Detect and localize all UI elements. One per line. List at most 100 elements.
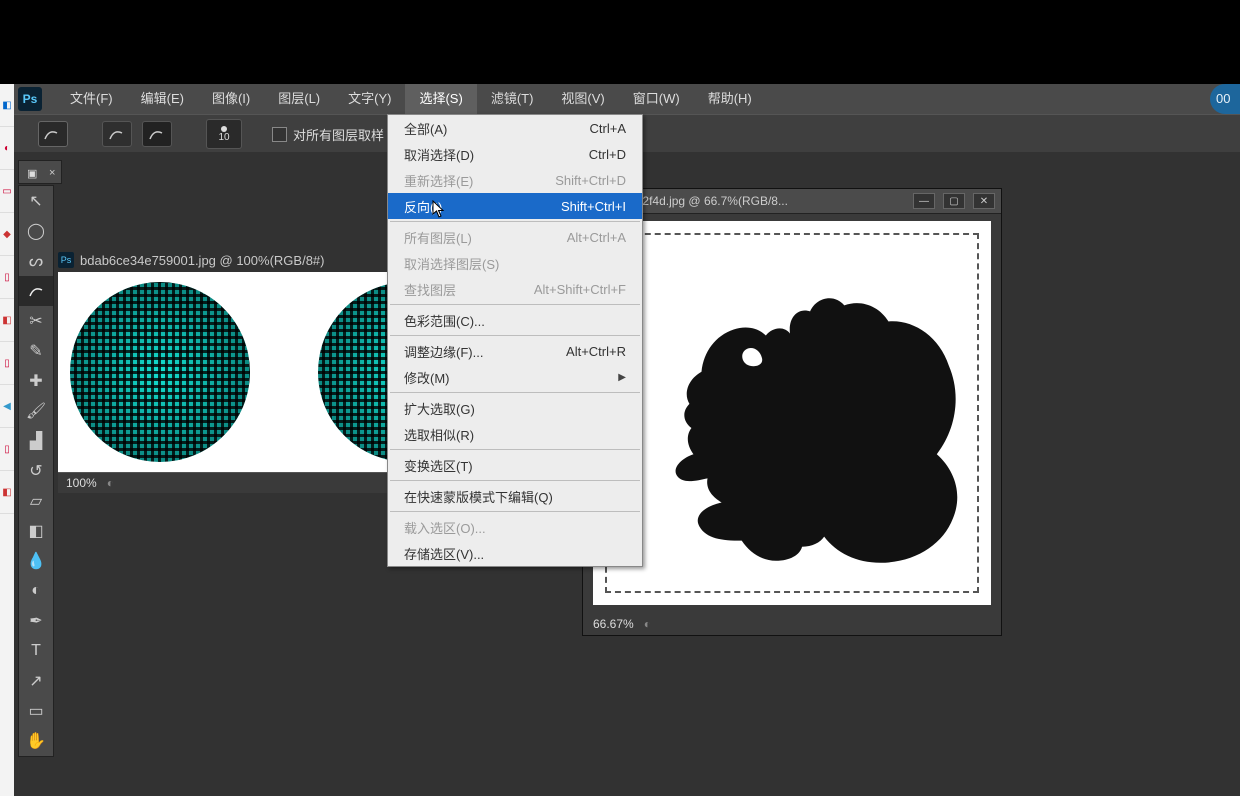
os-item[interactable]: ▯	[0, 342, 14, 385]
doc2-statusbar: 66.67% ◐	[583, 613, 1001, 635]
lasso-tool[interactable]: ᔕ	[19, 246, 53, 276]
menu-separator	[390, 392, 640, 393]
menu-separator	[390, 480, 640, 481]
stamp-tool[interactable]: ▟	[19, 426, 53, 456]
os-item[interactable]: ◧	[0, 471, 14, 514]
menu-load-selection: 载入选区(O)...	[388, 514, 642, 540]
menu-separator	[390, 511, 640, 512]
os-item[interactable]: ◆	[0, 213, 14, 256]
menu-view[interactable]: 视图(V)	[547, 84, 618, 114]
menu-select-all[interactable]: 全部(A) Ctrl+A	[388, 115, 642, 141]
menu-modify[interactable]: 修改(M) ▶	[388, 364, 642, 390]
canvas-artwork	[318, 282, 388, 462]
close-icon[interactable]: ×	[49, 167, 55, 179]
menu-edit[interactable]: 编辑(E)	[127, 84, 198, 114]
os-item[interactable]: ◐	[0, 127, 14, 170]
menu-reselect: 重新选择(E) Shift+Ctrl+D	[388, 167, 642, 193]
eraser-tool[interactable]: ▱	[19, 486, 53, 516]
shape-tool[interactable]: ▭	[19, 696, 53, 726]
move-tool[interactable]: ↖	[19, 186, 53, 216]
marquee-tool[interactable]: ◯	[19, 216, 53, 246]
doc2-zoom: 66.67%	[593, 617, 634, 631]
os-taskbar: ◧ ◐ ▭ ◆ ▯ ◧ ▯ ◀ ▯ ◧	[0, 84, 14, 796]
os-item[interactable]: ▯	[0, 256, 14, 299]
os-item[interactable]: ▯	[0, 428, 14, 471]
gradient-tool[interactable]: ◧	[19, 516, 53, 546]
sample-all-layers-checkbox[interactable]: 对所有图层取样	[272, 125, 384, 144]
mode-icon-2[interactable]	[142, 121, 172, 147]
history-brush-tool[interactable]: ↺	[19, 456, 53, 486]
path-select-tool[interactable]: ↗	[19, 666, 53, 696]
doc1-title-text: bdab6ce34e759001.jpg @ 100%(RGB/8#)	[80, 253, 324, 268]
panel-tab[interactable]: ▣ ×	[18, 160, 62, 184]
tool-panel: ↖ ◯ ᔕ ✂ ✎ ✚ 🖌 ▟ ↺ ▱ ◧ 💧 ◐ ✒ T ↗ ▭ ✋	[18, 185, 54, 757]
menu-similar[interactable]: 选取相似(R)	[388, 421, 642, 447]
dodge-tool[interactable]: ◐	[19, 576, 53, 606]
menu-filter[interactable]: 滤镜(T)	[477, 84, 548, 114]
doc1-canvas[interactable]	[58, 272, 388, 472]
doc2-window: 5abbb1d02f4d.jpg @ 66.7%(RGB/8... — ▢ ✕ …	[582, 188, 1002, 636]
minimize-button[interactable]: —	[913, 193, 935, 209]
menu-help[interactable]: 帮助(H)	[694, 84, 766, 114]
menu-separator	[390, 449, 640, 450]
menu-grow[interactable]: 扩大选取(G)	[388, 395, 642, 421]
canvas-artwork	[611, 239, 973, 601]
menu-quick-mask[interactable]: 在快速蒙版模式下编辑(Q)	[388, 483, 642, 509]
menu-color-range[interactable]: 色彩范围(C)...	[388, 307, 642, 333]
menu-find-layers: 查找图层 Alt+Shift+Ctrl+F	[388, 276, 642, 302]
menubar: Ps 文件(F) 编辑(E) 图像(I) 图层(L) 文字(Y) 选择(S) 滤…	[14, 84, 1240, 114]
menu-separator	[390, 304, 640, 305]
menu-deselect-layers: 取消选择图层(S)	[388, 250, 642, 276]
menu-layer[interactable]: 图层(L)	[264, 84, 334, 114]
tool-preset[interactable]	[38, 121, 68, 147]
menu-image[interactable]: 图像(I)	[198, 84, 264, 114]
os-item[interactable]: ◀	[0, 385, 14, 428]
menu-all-layers: 所有图层(L) Alt+Ctrl+A	[388, 224, 642, 250]
healing-tool[interactable]: ✚	[19, 366, 53, 396]
type-tool[interactable]: T	[19, 636, 53, 666]
canvas-artwork	[70, 282, 250, 462]
doc1-statusbar: 100% ◐	[58, 472, 404, 493]
blur-tool[interactable]: 💧	[19, 546, 53, 576]
clock-badge: 00	[1210, 84, 1240, 114]
menu-separator	[390, 221, 640, 222]
status-icon[interactable]: ◐	[107, 476, 114, 490]
app-logo: Ps	[18, 87, 42, 111]
maximize-button[interactable]: ▢	[943, 193, 965, 209]
checkbox-icon	[272, 127, 287, 142]
select-menu-dropdown: 全部(A) Ctrl+A 取消选择(D) Ctrl+D 重新选择(E) Shif…	[387, 114, 643, 567]
hand-tool[interactable]: ✋	[19, 726, 53, 756]
close-button[interactable]: ✕	[973, 193, 995, 209]
os-item[interactable]: ▭	[0, 170, 14, 213]
menu-inverse[interactable]: 反向(I) Shift+Ctrl+I	[388, 193, 642, 219]
status-icon[interactable]: ◐	[644, 617, 651, 631]
pen-tool[interactable]: ✒	[19, 606, 53, 636]
checkbox-label: 对所有图层取样	[293, 125, 384, 144]
brush-size-value: 10	[218, 132, 229, 143]
brush-tool[interactable]: 🖌	[19, 396, 53, 426]
os-item[interactable]: ◧	[0, 299, 14, 342]
brush-size[interactable]: 10	[206, 119, 242, 149]
menu-window[interactable]: 窗口(W)	[619, 84, 694, 114]
eyedropper-tool[interactable]: ✎	[19, 336, 53, 366]
os-item[interactable]: ◧	[0, 84, 14, 127]
doc2-canvas[interactable]	[593, 221, 991, 605]
menu-deselect[interactable]: 取消选择(D) Ctrl+D	[388, 141, 642, 167]
doc2-titlebar[interactable]: 5abbb1d02f4d.jpg @ 66.7%(RGB/8... — ▢ ✕	[583, 189, 1001, 214]
mode-icon-1[interactable]	[102, 121, 132, 147]
menu-refine-edge[interactable]: 调整边缘(F)... Alt+Ctrl+R	[388, 338, 642, 364]
video-black-bar	[0, 0, 1240, 84]
menu-select[interactable]: 选择(S)	[405, 84, 476, 114]
crop-tool[interactable]: ✂	[19, 306, 53, 336]
menu-file[interactable]: 文件(F)	[56, 84, 127, 114]
submenu-arrow-icon: ▶	[618, 372, 626, 383]
tab-icon: ▣	[27, 167, 37, 180]
doc1-zoom: 100%	[66, 476, 97, 490]
ps-icon: Ps	[58, 252, 74, 268]
doc1-titlebar: Ps bdab6ce34e759001.jpg @ 100%(RGB/8#)	[58, 248, 388, 272]
menu-type[interactable]: 文字(Y)	[334, 84, 405, 114]
menu-save-selection[interactable]: 存储选区(V)...	[388, 540, 642, 566]
quick-select-tool[interactable]	[19, 276, 53, 306]
menu-separator	[390, 335, 640, 336]
menu-transform-selection[interactable]: 变换选区(T)	[388, 452, 642, 478]
